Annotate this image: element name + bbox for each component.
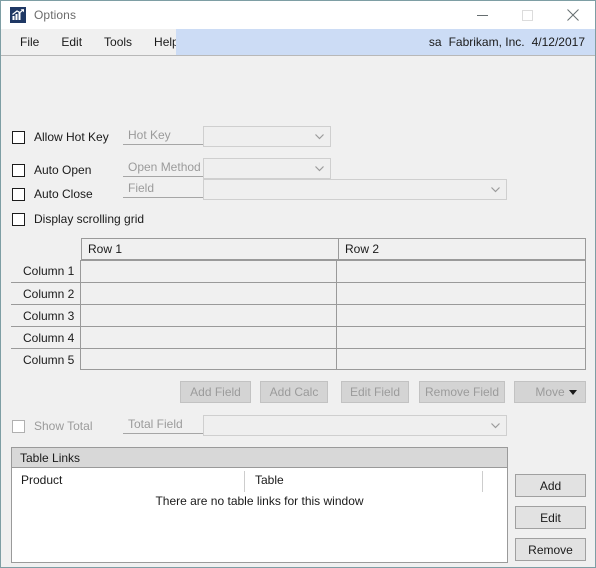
auto-open-row[interactable]: Auto Open <box>12 163 91 177</box>
edit-button[interactable]: Edit <box>515 506 586 529</box>
grid-cell-5-1[interactable] <box>80 348 337 370</box>
grid-cell-2-2[interactable] <box>336 282 586 304</box>
window-body: Allow Hot Key Hot Key Auto Open Open Met… <box>1 56 595 566</box>
grid-cell-1-1[interactable] <box>80 260 337 282</box>
table-links-list[interactable]: Product Table There are no table links f… <box>12 468 507 562</box>
table-links-empty-message: There are no table links for this window <box>155 494 364 508</box>
grid-cell-4-2[interactable] <box>336 326 586 348</box>
grid-row-label-3: Column 3 <box>11 304 81 326</box>
title-bar: Options <box>1 1 595 29</box>
show-total-checkbox[interactable] <box>12 419 25 433</box>
column-divider <box>244 471 245 492</box>
field-label: Field <box>123 179 203 198</box>
display-scrolling-grid-checkbox[interactable] <box>12 212 25 226</box>
table-row: Column 1 <box>11 260 586 282</box>
maximize-icon <box>522 9 533 21</box>
allow-hot-key-checkbox[interactable] <box>12 130 25 144</box>
remove-button[interactable]: Remove <box>515 538 586 561</box>
field-combo[interactable] <box>203 179 507 200</box>
minimize-button[interactable] <box>460 1 505 29</box>
grid-row-label-5: Column 5 <box>11 348 81 370</box>
edit-field-button[interactable]: Edit Field <box>341 381 409 403</box>
auto-open-label: Auto Open <box>34 163 92 177</box>
display-scrolling-grid-row[interactable]: Display scrolling grid <box>12 212 144 226</box>
grid-row-label-2: Column 2 <box>11 282 81 304</box>
show-total-row[interactable]: Show Total <box>12 419 92 433</box>
menu-item-tools[interactable]: Tools <box>93 33 143 52</box>
menu-items: File Edit Tools Help <box>1 29 190 55</box>
status-strip: sa Fabrikam, Inc. 4/12/2017 <box>176 29 595 55</box>
hot-key-label: Hot Key <box>123 126 203 145</box>
options-window: Options File Edit Tools Help sa Fabrikam… <box>0 0 596 568</box>
window-title: Options <box>34 8 77 22</box>
chevron-down-icon <box>569 389 577 395</box>
allow-hot-key-label: Allow Hot Key <box>34 130 109 144</box>
auto-close-checkbox[interactable] <box>12 187 25 201</box>
table-links-group: Table Links Product Table There are no t… <box>11 447 508 563</box>
allow-hot-key-row[interactable]: Allow Hot Key <box>12 130 109 144</box>
display-scrolling-grid-label: Display scrolling grid <box>34 212 145 226</box>
menu-bar: File Edit Tools Help sa Fabrikam, Inc. 4… <box>1 29 595 56</box>
table-row: Column 3 <box>11 304 586 326</box>
table-links-column-product: Product <box>21 473 63 487</box>
remove-field-button[interactable]: Remove Field <box>419 381 505 403</box>
chevron-down-icon <box>315 165 324 171</box>
total-field-combo[interactable] <box>203 415 507 436</box>
grid-cell-1-2[interactable] <box>336 260 586 282</box>
grid-row-label-4: Column 4 <box>11 326 81 348</box>
grid-header-row: Row 1 Row 2 <box>81 238 586 260</box>
chart-app-icon <box>10 7 26 23</box>
grid-cell-3-1[interactable] <box>80 304 337 326</box>
grid-cell-3-2[interactable] <box>336 304 586 326</box>
close-button[interactable] <box>550 1 595 29</box>
open-method-combo[interactable] <box>203 158 331 179</box>
add-field-button[interactable]: Add Field <box>180 381 251 403</box>
chevron-down-icon <box>315 133 324 139</box>
window-controls <box>460 1 595 29</box>
grid-cell-4-1[interactable] <box>80 326 337 348</box>
grid-row-label-1: Column 1 <box>23 264 75 278</box>
grid-cell-2-1[interactable] <box>80 282 337 304</box>
open-method-label: Open Method <box>123 158 203 177</box>
add-calc-button[interactable]: Add Calc <box>260 381 328 403</box>
grid-cell-5-2[interactable] <box>336 348 586 370</box>
total-field-label: Total Field <box>123 415 203 434</box>
move-button-label: Move <box>535 385 565 399</box>
hot-key-combo[interactable] <box>203 126 331 147</box>
status-company: Fabrikam, Inc. <box>448 35 525 49</box>
column-divider <box>482 471 483 492</box>
auto-close-label: Auto Close <box>34 187 93 201</box>
table-links-column-table: Table <box>255 473 284 487</box>
menu-item-edit[interactable]: Edit <box>50 33 93 52</box>
chevron-down-icon <box>491 186 500 192</box>
chevron-down-icon <box>491 422 500 428</box>
add-button[interactable]: Add <box>515 474 586 497</box>
status-user: sa <box>428 35 442 49</box>
close-icon <box>566 9 579 21</box>
auto-open-checkbox[interactable] <box>12 163 25 177</box>
show-total-label: Show Total <box>34 419 93 433</box>
grid-header-row1: Row 1 <box>88 242 123 256</box>
grid-header-row2: Row 2 <box>338 239 585 259</box>
field-grid: Row 1 Row 2 Column 1 Column 2 Column 3 C… <box>11 238 586 370</box>
table-row: Column 5 <box>11 348 586 370</box>
menu-item-file[interactable]: File <box>9 33 50 52</box>
table-row: Column 2 <box>11 282 586 304</box>
auto-close-row[interactable]: Auto Close <box>12 187 93 201</box>
status-date: 4/12/2017 <box>531 35 585 49</box>
move-button[interactable]: Move <box>514 381 586 403</box>
table-row: Column 4 <box>11 326 586 348</box>
minimize-icon <box>477 14 488 16</box>
maximize-button[interactable] <box>505 1 550 29</box>
table-links-caption: Table Links <box>12 448 507 468</box>
